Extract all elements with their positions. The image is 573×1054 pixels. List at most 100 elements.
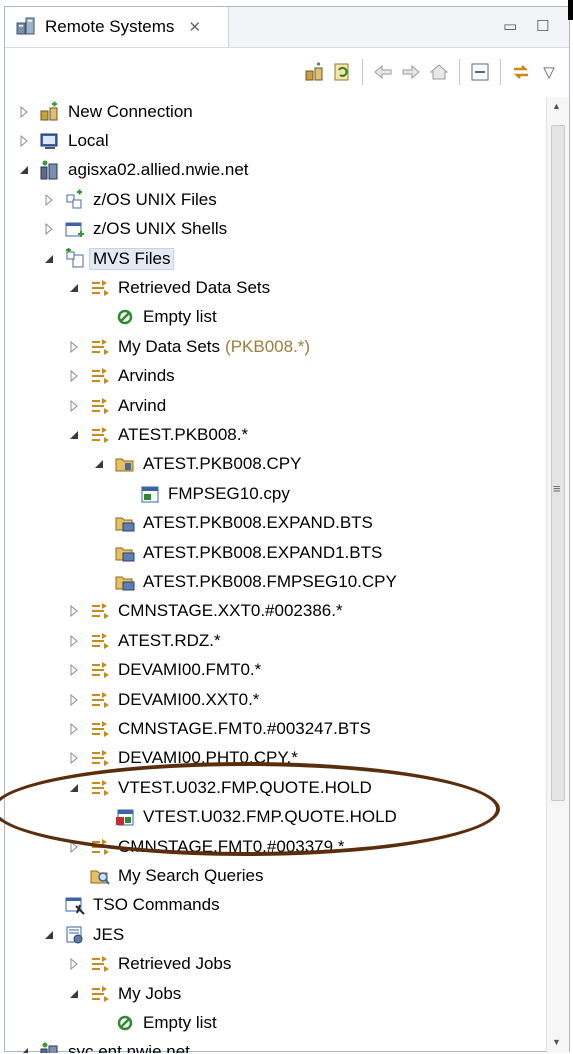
expand-arrow-icon[interactable] bbox=[42, 222, 56, 236]
tree-item[interactable]: FMPSEG10.cpy bbox=[117, 479, 290, 508]
tree-item[interactable]: MVS Files bbox=[42, 244, 175, 273]
tree-item[interactable]: agisxa02.allied.nwie.net bbox=[17, 156, 249, 185]
collapse-arrow-icon[interactable] bbox=[67, 987, 81, 1001]
tree-item[interactable]: CMNSTAGE.FMT0.#003247.BTS bbox=[67, 714, 371, 743]
tree-item[interactable]: Empty list bbox=[92, 1008, 217, 1037]
tree-item-label: ATEST.PKB008.* bbox=[118, 424, 249, 444]
tree-item-label: agisxa02.allied.nwie.net bbox=[68, 160, 249, 180]
tree-item[interactable]: ATEST.PKB008.EXPAND.BTS bbox=[92, 509, 373, 538]
tree-item-label: syc.ent.nwie.net bbox=[68, 1042, 190, 1053]
tab-remote-systems[interactable]: Remote Systems ✕ bbox=[5, 7, 229, 47]
collapse-arrow-icon[interactable] bbox=[67, 428, 81, 442]
tree-item[interactable]: ATEST.PKB008.FMPSEG10.CPY bbox=[92, 567, 397, 596]
tree-item-label: DEVAMI00.FMT0.* bbox=[118, 660, 262, 680]
expand-arrow-icon[interactable] bbox=[67, 722, 81, 736]
tree-item[interactable]: ATEST.PKB008.CPY bbox=[92, 450, 301, 479]
expand-arrow-icon[interactable] bbox=[67, 840, 81, 854]
refresh-icon[interactable] bbox=[328, 58, 356, 86]
tree-item[interactable]: CMNSTAGE.XXT0.#002386.* bbox=[67, 597, 343, 626]
link-with-editor-icon[interactable] bbox=[507, 58, 535, 86]
collapse-arrow-icon[interactable] bbox=[42, 928, 56, 942]
tree-item-label: CMNSTAGE.FMT0.#003247.BTS bbox=[118, 718, 371, 738]
tree-item[interactable]: syc.ent.nwie.net bbox=[17, 1038, 190, 1053]
tree-item-label: TSO Commands bbox=[93, 895, 220, 915]
home-icon[interactable] bbox=[425, 58, 453, 86]
tree-item[interactable]: ATEST.PKB008.* bbox=[67, 420, 248, 449]
expand-arrow-icon[interactable] bbox=[67, 604, 81, 618]
tree-item[interactable]: DEVAMI00.PHT0.CPY.* bbox=[67, 744, 298, 773]
local-icon bbox=[39, 130, 61, 152]
tree-item-label: FMPSEG10.cpy bbox=[168, 483, 290, 503]
expand-arrow-icon[interactable] bbox=[17, 134, 31, 148]
define-connection-icon[interactable] bbox=[300, 58, 328, 86]
tree-item[interactable]: Local bbox=[17, 126, 109, 155]
tree-item[interactable]: DEVAMI00.XXT0.* bbox=[67, 685, 259, 714]
expand-arrow-icon[interactable] bbox=[67, 751, 81, 765]
collapse-arrow-icon[interactable] bbox=[67, 781, 81, 795]
scroll-down-icon[interactable]: ▼ bbox=[552, 1037, 561, 1047]
tree-item[interactable]: z/OS UNIX Shells bbox=[42, 215, 227, 244]
expand-arrow-icon[interactable] bbox=[67, 663, 81, 677]
tree-item[interactable]: New Connection bbox=[17, 97, 193, 126]
tree-item[interactable]: ATEST.RDZ.* bbox=[67, 626, 221, 655]
tree-item-label: ATEST.PKB008.EXPAND.BTS bbox=[143, 513, 373, 533]
tree-item-label: DEVAMI00.PHT0.CPY.* bbox=[118, 748, 298, 768]
view-menu-icon[interactable]: ▽ bbox=[535, 58, 563, 86]
tree-item[interactable]: Retrieved Jobs bbox=[67, 950, 231, 979]
maximize-icon[interactable]: ☐ bbox=[536, 19, 549, 34]
collapse-all-icon[interactable] bbox=[466, 58, 494, 86]
tree-item[interactable]: JES bbox=[42, 920, 124, 949]
tree-item[interactable]: ATEST.PKB008.EXPAND1.BTS bbox=[92, 538, 382, 567]
tree-item[interactable]: My Search Queries bbox=[67, 861, 264, 890]
expand-arrow-icon[interactable] bbox=[17, 105, 31, 119]
minimize-icon[interactable]: ▭ bbox=[503, 19, 517, 34]
scroll-up-icon[interactable]: ▲ bbox=[552, 101, 561, 111]
collapse-arrow-icon[interactable] bbox=[17, 163, 31, 177]
tree-item[interactable]: Retrieved Data Sets bbox=[67, 273, 270, 302]
tree-item-label: Arvinds bbox=[118, 366, 175, 386]
filter-icon bbox=[89, 336, 111, 358]
vertical-scrollbar[interactable]: ▲ ≡ ▼ bbox=[546, 97, 569, 1053]
tree-item[interactable]: Arvinds bbox=[67, 362, 175, 391]
forward-icon[interactable] bbox=[397, 58, 425, 86]
tree-item[interactable]: My Jobs bbox=[67, 979, 181, 1008]
tree-item-label: Retrieved Data Sets bbox=[118, 277, 271, 297]
tree-item-label: JES bbox=[93, 924, 125, 944]
expand-arrow-icon[interactable] bbox=[67, 693, 81, 707]
collapse-arrow-icon[interactable] bbox=[67, 281, 81, 295]
view-tab-bar: Remote Systems ✕ ▭ ☐ bbox=[5, 7, 569, 48]
filter-icon bbox=[89, 395, 111, 417]
remote-systems-icon bbox=[15, 14, 37, 41]
tree-item-label: CMNSTAGE.FMT0.#003379.* bbox=[118, 836, 345, 856]
tree-item[interactable]: CMNSTAGE.FMT0.#003379.* bbox=[67, 832, 344, 861]
tree-item[interactable]: My Data Sets (PKB008.*) bbox=[67, 332, 310, 361]
tree-item[interactable]: TSO Commands bbox=[42, 891, 220, 920]
expand-arrow-icon[interactable] bbox=[67, 340, 81, 354]
tree-item-label: Local bbox=[68, 130, 109, 150]
tree-item-label: Empty list bbox=[143, 307, 217, 327]
remote-host-icon bbox=[39, 159, 61, 181]
expand-arrow-icon[interactable] bbox=[42, 193, 56, 207]
expand-arrow-icon[interactable] bbox=[67, 369, 81, 383]
scrollbar-grip-icon: ≡ bbox=[553, 481, 561, 496]
expand-arrow-icon[interactable] bbox=[67, 634, 81, 648]
expand-arrow-icon[interactable] bbox=[67, 957, 81, 971]
tree-item[interactable]: DEVAMI00.FMT0.* bbox=[67, 656, 261, 685]
close-icon[interactable]: ✕ bbox=[188, 18, 201, 36]
mvs-files-icon bbox=[64, 247, 86, 270]
back-icon[interactable] bbox=[369, 58, 397, 86]
tree-item[interactable]: Empty list bbox=[92, 303, 217, 332]
tree-item-label: My Data Sets bbox=[118, 336, 221, 356]
tree-item[interactable]: VTEST.U032.FMP.QUOTE.HOLD bbox=[92, 803, 397, 832]
tree-item[interactable]: z/OS UNIX Files bbox=[42, 185, 217, 214]
collapse-arrow-icon[interactable] bbox=[42, 252, 56, 266]
expand-arrow-icon[interactable] bbox=[67, 399, 81, 413]
collapse-arrow-icon[interactable] bbox=[17, 1045, 31, 1053]
collapse-arrow-icon[interactable] bbox=[92, 457, 106, 471]
filter-icon bbox=[89, 659, 111, 681]
toolbar-separator bbox=[459, 59, 460, 85]
scrollbar-thumb[interactable]: ≡ bbox=[551, 125, 565, 801]
tree-item[interactable]: VTEST.U032.FMP.QUOTE.HOLD bbox=[67, 773, 372, 802]
tree-item[interactable]: Arvind bbox=[67, 391, 166, 420]
